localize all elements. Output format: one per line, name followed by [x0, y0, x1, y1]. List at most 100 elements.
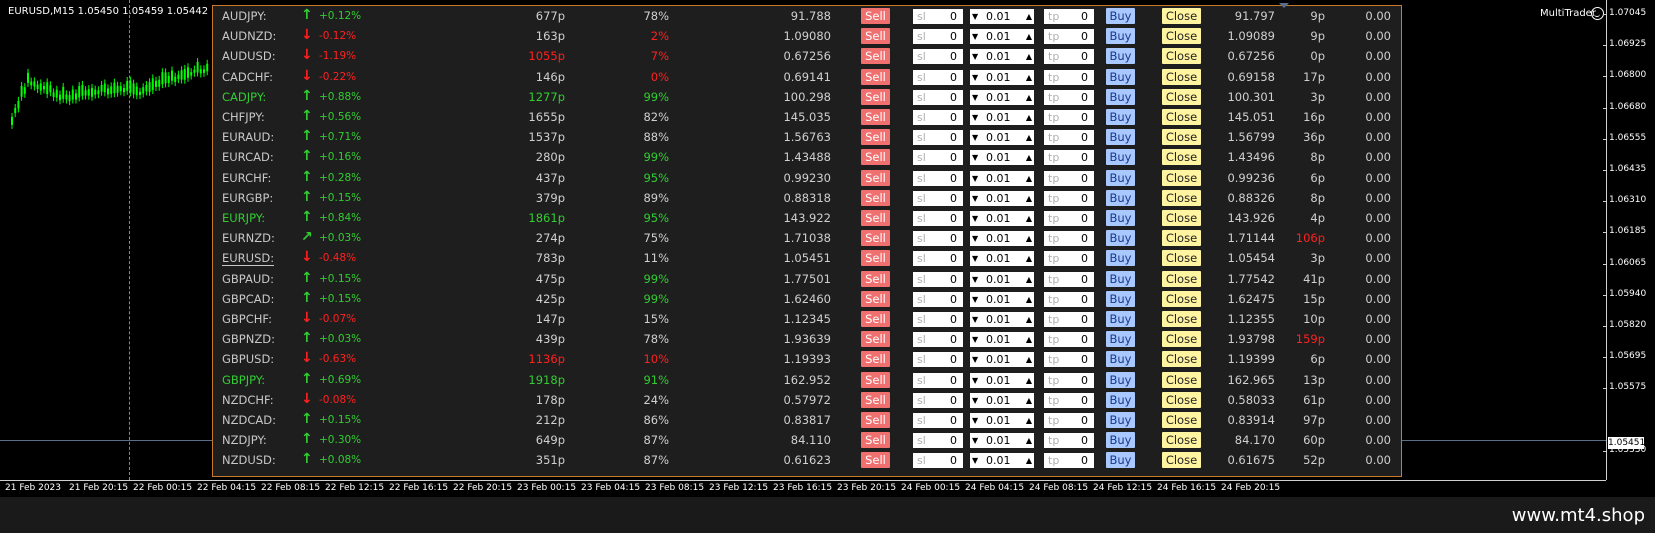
lot-increase-icon[interactable]: ▲ — [1026, 70, 1032, 85]
lot-size-stepper[interactable]: ▼ 0.01 ▲ — [970, 190, 1034, 206]
lot-decrease-icon[interactable]: ▼ — [972, 130, 978, 145]
close-button[interactable]: Close — [1162, 28, 1201, 45]
stop-loss-input[interactable]: sl 0 — [913, 69, 963, 85]
take-profit-input[interactable]: tp 0 — [1044, 453, 1094, 469]
close-button[interactable]: Close — [1162, 189, 1201, 206]
lot-increase-icon[interactable]: ▲ — [1026, 413, 1032, 428]
sell-button[interactable]: Sell — [861, 28, 890, 45]
sell-button[interactable]: Sell — [861, 149, 890, 166]
sell-button[interactable]: Sell — [861, 88, 890, 105]
take-profit-input[interactable]: tp 0 — [1044, 130, 1094, 146]
close-button[interactable]: Close — [1162, 210, 1201, 226]
symbol-name[interactable]: CADJPY: — [222, 90, 266, 104]
stop-loss-input[interactable]: sl 0 — [913, 150, 963, 166]
sell-button[interactable]: Sell — [861, 48, 890, 65]
buy-button[interactable]: Buy — [1106, 290, 1135, 307]
lot-size-stepper[interactable]: ▼ 0.01 ▲ — [970, 110, 1034, 125]
lot-size-stepper[interactable]: ▼ 0.01 ▲ — [970, 150, 1034, 166]
lot-size-stepper[interactable]: ▼ 0.01 ▲ — [970, 291, 1034, 307]
lot-increase-icon[interactable]: ▲ — [1026, 171, 1032, 186]
buy-button[interactable]: Buy — [1106, 129, 1135, 146]
sell-button[interactable]: Sell — [861, 189, 890, 206]
buy-button[interactable]: Buy — [1106, 8, 1135, 24]
close-button[interactable]: Close — [1162, 371, 1201, 388]
close-button[interactable]: Close — [1162, 88, 1201, 105]
stop-loss-input[interactable]: sl 0 — [913, 352, 963, 368]
sell-button[interactable]: Sell — [861, 331, 890, 348]
symbol-name[interactable]: EURNZD: — [222, 231, 275, 245]
sell-button[interactable]: Sell — [861, 371, 890, 388]
stop-loss-input[interactable]: sl 0 — [913, 231, 963, 247]
symbol-name[interactable]: CADCHF: — [222, 70, 273, 84]
take-profit-input[interactable]: tp 0 — [1044, 211, 1094, 226]
take-profit-input[interactable]: tp 0 — [1044, 291, 1094, 307]
buy-button[interactable]: Buy — [1106, 371, 1135, 388]
stop-loss-input[interactable]: sl 0 — [913, 453, 963, 469]
close-button[interactable]: Close — [1162, 149, 1201, 166]
lot-increase-icon[interactable]: ▲ — [1026, 292, 1032, 307]
buy-button[interactable]: Buy — [1106, 412, 1135, 428]
stop-loss-input[interactable]: sl 0 — [913, 110, 963, 125]
lot-size-stepper[interactable]: ▼ 0.01 ▲ — [970, 231, 1034, 247]
lot-decrease-icon[interactable]: ▼ — [972, 9, 978, 24]
lot-size-stepper[interactable]: ▼ 0.01 ▲ — [970, 271, 1034, 287]
lot-decrease-icon[interactable]: ▼ — [972, 453, 978, 468]
buy-button[interactable]: Buy — [1106, 270, 1135, 287]
lot-decrease-icon[interactable]: ▼ — [972, 29, 978, 44]
lot-increase-icon[interactable]: ▲ — [1026, 272, 1032, 287]
take-profit-input[interactable]: tp 0 — [1044, 352, 1094, 368]
sell-button[interactable]: Sell — [861, 452, 890, 469]
lot-size-stepper[interactable]: ▼ 0.01 ▲ — [970, 49, 1034, 65]
sell-button[interactable]: Sell — [861, 8, 890, 24]
symbol-name[interactable]: CHFJPY: — [222, 110, 265, 124]
lot-size-stepper[interactable]: ▼ 0.01 ▲ — [970, 211, 1034, 226]
lot-increase-icon[interactable]: ▲ — [1026, 150, 1032, 165]
lot-decrease-icon[interactable]: ▼ — [972, 413, 978, 428]
take-profit-input[interactable]: tp 0 — [1044, 332, 1094, 348]
buy-button[interactable]: Buy — [1106, 311, 1135, 327]
symbol-name[interactable]: GBPNZD: — [222, 332, 275, 346]
stop-loss-input[interactable]: sl 0 — [913, 372, 963, 388]
lot-increase-icon[interactable]: ▲ — [1026, 90, 1032, 105]
time-axis[interactable]: 21 Feb 2023 21 Feb 20:15 22 Feb 00:15 22 Fe… — [0, 480, 1606, 497]
lot-decrease-icon[interactable]: ▼ — [972, 373, 978, 388]
stop-loss-input[interactable]: sl 0 — [913, 271, 963, 287]
take-profit-input[interactable]: tp 0 — [1044, 392, 1094, 408]
buy-button[interactable]: Buy — [1106, 48, 1135, 65]
sell-button[interactable]: Sell — [861, 230, 890, 247]
lot-increase-icon[interactable]: ▲ — [1026, 373, 1032, 388]
lot-decrease-icon[interactable]: ▼ — [972, 171, 978, 186]
buy-button[interactable]: Buy — [1106, 169, 1135, 186]
buy-button[interactable]: Buy — [1106, 149, 1135, 166]
stop-loss-input[interactable]: sl 0 — [913, 29, 963, 45]
stop-loss-input[interactable]: sl 0 — [913, 433, 963, 449]
take-profit-input[interactable]: tp 0 — [1044, 413, 1094, 428]
close-button[interactable]: Close — [1162, 391, 1201, 408]
lot-decrease-icon[interactable]: ▼ — [972, 191, 978, 206]
take-profit-input[interactable]: tp 0 — [1044, 110, 1094, 125]
lot-size-stepper[interactable]: ▼ 0.01 ▲ — [970, 251, 1034, 267]
lot-increase-icon[interactable]: ▲ — [1026, 352, 1032, 367]
buy-button[interactable]: Buy — [1106, 230, 1135, 247]
buy-button[interactable]: Buy — [1106, 351, 1135, 368]
lot-size-stepper[interactable]: ▼ 0.01 ▲ — [970, 130, 1034, 146]
take-profit-input[interactable]: tp 0 — [1044, 271, 1094, 287]
lot-decrease-icon[interactable]: ▼ — [972, 150, 978, 165]
stop-loss-input[interactable]: sl 0 — [913, 49, 963, 65]
close-button[interactable]: Close — [1162, 8, 1201, 24]
lot-increase-icon[interactable]: ▲ — [1026, 191, 1032, 206]
lot-decrease-icon[interactable]: ▼ — [972, 110, 978, 125]
close-button[interactable]: Close — [1162, 311, 1201, 327]
close-button[interactable]: Close — [1162, 331, 1201, 348]
symbol-name[interactable]: EURCAD: — [222, 150, 274, 164]
lot-decrease-icon[interactable]: ▼ — [972, 231, 978, 246]
stop-loss-input[interactable]: sl 0 — [913, 211, 963, 226]
lot-decrease-icon[interactable]: ▼ — [972, 272, 978, 287]
stop-loss-input[interactable]: sl 0 — [913, 9, 963, 24]
sell-button[interactable]: Sell — [861, 412, 890, 428]
buy-button[interactable]: Buy — [1106, 189, 1135, 206]
sell-button[interactable]: Sell — [861, 311, 890, 327]
lot-increase-icon[interactable]: ▲ — [1026, 332, 1032, 347]
buy-button[interactable]: Buy — [1106, 109, 1135, 125]
take-profit-input[interactable]: tp 0 — [1044, 190, 1094, 206]
